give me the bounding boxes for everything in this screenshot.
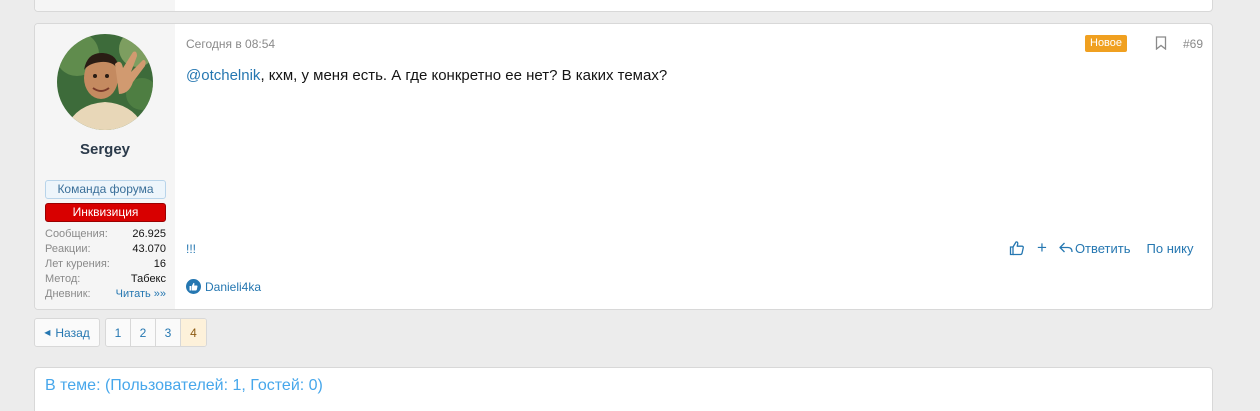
post-user-cell: Sergey Команда форума Инквизиция Сообщен… — [35, 24, 175, 309]
new-badge: Новое — [1085, 35, 1128, 52]
post-actions: + Ответить По нику — [1009, 239, 1194, 256]
stat-row-messages: Сообщения: 26.925 — [45, 227, 166, 242]
user-banner-team: Команда форума — [45, 180, 166, 199]
thumbs-up-icon[interactable] — [1009, 240, 1025, 256]
signature: !!! — [186, 242, 197, 256]
reaction-user-link[interactable]: Danieli4ka — [205, 280, 261, 294]
page-link-current[interactable]: 4 — [181, 319, 206, 346]
like-reaction-icon — [186, 279, 201, 294]
pagination-back-button[interactable]: ◀ Назад — [34, 318, 100, 347]
by-nick-button[interactable]: По нику — [1147, 241, 1194, 256]
online-users-title: В теме: (Пользователей: 1, Гостей: 0) — [45, 377, 323, 394]
avatar[interactable] — [57, 34, 153, 130]
reply-arrow-icon — [1059, 242, 1073, 253]
reply-button[interactable]: Ответить — [1059, 241, 1131, 256]
user-banner-inquisition: Инквизиция — [45, 203, 166, 222]
stat-value: 43.070 — [132, 243, 166, 255]
stat-value: 16 — [153, 258, 166, 270]
bookmark-icon[interactable] — [1155, 36, 1167, 50]
post-body: @otchelnik, кхм, у меня есть. А где конк… — [186, 67, 667, 84]
triangle-left-icon: ◀ — [44, 328, 51, 337]
page-link-1[interactable]: 1 — [106, 319, 131, 346]
stat-label: Дневник: — [45, 288, 91, 300]
username[interactable]: Sergey — [35, 141, 175, 158]
stat-label: Реакции: — [45, 243, 91, 255]
online-users-block: В теме: (Пользователей: 1, Гостей: 0) — [34, 367, 1213, 411]
post-main: Сегодня в 08:54 Новое #69 @otchelnik, кх… — [175, 24, 1212, 309]
stat-value: Табекс — [130, 273, 166, 285]
previous-post-user-cell — [35, 0, 175, 11]
post-date[interactable]: Сегодня в 08:54 — [186, 37, 275, 51]
diary-read-link[interactable]: Читать »» — [116, 287, 166, 302]
stat-row-smoking-years: Лет курения: 16 — [45, 257, 166, 272]
stat-label: Метод: — [45, 273, 81, 285]
stat-value[interactable]: 26.925 — [132, 227, 166, 242]
forum-post: Sergey Команда форума Инквизиция Сообщен… — [34, 23, 1213, 310]
stat-row-reactions: Реакции: 43.070 — [45, 242, 166, 257]
post-body-text: , кхм, у меня есть. А где конкретно ее н… — [260, 67, 668, 84]
post-number[interactable]: #69 — [1183, 37, 1203, 51]
stat-row-method: Метод: Табекс — [45, 272, 166, 287]
back-label: Назад — [55, 325, 90, 340]
page-link-2[interactable]: 2 — [131, 319, 156, 346]
stat-row-diary: Дневник: Читать »» — [45, 287, 166, 302]
reactions-bar: Danieli4ka — [186, 279, 261, 294]
add-multiquote-button[interactable]: + — [1037, 239, 1047, 256]
user-stats: Сообщения: 26.925 Реакции: 43.070 Лет ку… — [45, 227, 166, 302]
stat-label: Лет курения: — [45, 258, 110, 270]
user-mention-link[interactable]: @otchelnik — [186, 67, 260, 84]
page-link-3[interactable]: 3 — [156, 319, 181, 346]
pagination: 1 2 3 4 — [105, 318, 207, 347]
stat-label: Сообщения: — [45, 228, 108, 240]
previous-post-edge — [34, 0, 1213, 12]
reply-label: Ответить — [1074, 240, 1131, 256]
